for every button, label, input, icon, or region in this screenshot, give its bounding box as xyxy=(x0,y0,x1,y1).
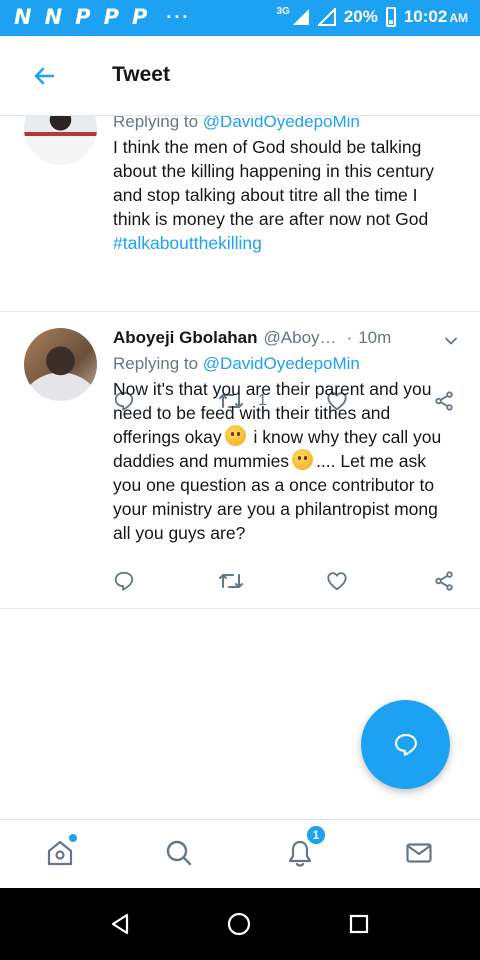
back-button[interactable] xyxy=(26,58,62,94)
heart-icon xyxy=(327,572,347,591)
app-notification-icon: P xyxy=(103,5,119,29)
tweet-text: Now it's that you are their parent and y… xyxy=(113,377,458,545)
triangle-back-icon xyxy=(111,913,129,935)
reply-handle-link[interactable]: @DavidOyedepoMin xyxy=(203,116,360,131)
nav-search[interactable] xyxy=(163,837,195,869)
retweet-icon xyxy=(219,574,243,588)
app-notification-icon: N xyxy=(14,5,32,29)
system-back-button[interactable] xyxy=(106,910,134,938)
battery-icon xyxy=(385,7,396,27)
page-title: Tweet xyxy=(112,63,170,86)
square-recents-icon xyxy=(349,914,369,934)
status-bar: N N P P P ··· 3G 20% 10:02 AM xyxy=(0,0,480,36)
clock: 10:02 AM xyxy=(404,7,468,27)
app-notification-icon: N xyxy=(44,5,63,29)
more-notifications-icon: ··· xyxy=(166,6,191,27)
reply-icon xyxy=(114,571,134,591)
top-app-bar: Tweet xyxy=(0,36,480,116)
messages-icon xyxy=(406,843,432,863)
avatar[interactable] xyxy=(24,328,97,401)
tweet-content: Replying to @DavidOyedepoMin I think the… xyxy=(113,116,458,255)
signal-icon xyxy=(292,9,309,25)
replying-to-label: Replying to xyxy=(113,354,203,373)
replying-to: Replying to @DavidOyedepoMin xyxy=(113,116,458,134)
hashtag-link[interactable]: #talkaboutthekilling xyxy=(113,233,262,253)
nav-home[interactable] xyxy=(44,833,78,869)
author-name[interactable]: Aboyeji Gbolahan xyxy=(113,328,258,348)
system-navigation-bar xyxy=(0,888,480,960)
chevron-down-icon[interactable] xyxy=(444,334,458,348)
avatar[interactable] xyxy=(24,116,97,165)
arrow-left-icon xyxy=(34,67,55,85)
nav-notifications[interactable]: 1 xyxy=(284,825,326,869)
notification-icons: N N P P P ··· xyxy=(14,5,190,29)
replying-to: Replying to @DavidOyedepoMin xyxy=(113,352,458,376)
author-handle[interactable]: @Aboy… xyxy=(264,328,337,348)
signal-empty-icon xyxy=(317,8,336,26)
share-icon xyxy=(435,571,453,591)
system-recents-button[interactable] xyxy=(345,910,373,938)
new-content-dot xyxy=(68,833,78,843)
tweet-item[interactable]: Aboyeji Gbolahan @Aboy… · 10m Replying t… xyxy=(0,313,480,609)
nav-messages[interactable] xyxy=(403,837,435,869)
circle-home-icon xyxy=(227,912,251,936)
tweet-item[interactable]: Replying to @DavidOyedepoMin I think the… xyxy=(0,116,480,411)
search-icon xyxy=(166,840,192,866)
reply-button[interactable] xyxy=(113,570,135,592)
thinking-emoji-icon xyxy=(224,425,246,446)
system-status: 3G 20% 10:02 AM xyxy=(276,5,468,27)
notifications-badge: 1 xyxy=(306,825,326,845)
clock-time: 10:02 xyxy=(403,7,448,26)
tweet-content: Aboyeji Gbolahan @Aboy… · 10m Replying t… xyxy=(113,328,458,545)
tweet-timestamp: 10m xyxy=(358,328,392,347)
bottom-navigation: 1 xyxy=(0,819,480,888)
network-type: 3G xyxy=(276,5,290,17)
tweet-header: Aboyeji Gbolahan @Aboy… · 10m xyxy=(113,328,458,352)
tweet-body: I think the men of God should be talking… xyxy=(113,137,435,229)
replying-to-label: Replying to xyxy=(113,116,203,131)
reply-icon xyxy=(394,733,417,756)
like-button[interactable] xyxy=(326,570,348,592)
system-home-button[interactable] xyxy=(225,910,253,938)
clock-ampm: AM xyxy=(449,11,468,25)
battery-percent: 20% xyxy=(343,7,378,26)
reply-handle-link[interactable]: @DavidOyedepoMin xyxy=(203,354,360,373)
retweet-button[interactable] xyxy=(218,570,244,592)
tweet-text: I think the men of God should be talking… xyxy=(113,135,458,255)
compose-reply-button[interactable] xyxy=(361,700,450,789)
eye-roll-emoji-icon xyxy=(292,449,314,470)
tweet-actions xyxy=(113,565,458,597)
app-notification-icon: P xyxy=(131,5,148,29)
meta-separator: · xyxy=(346,328,353,347)
share-button[interactable] xyxy=(433,570,455,592)
app-notification-icon: P xyxy=(75,5,91,29)
